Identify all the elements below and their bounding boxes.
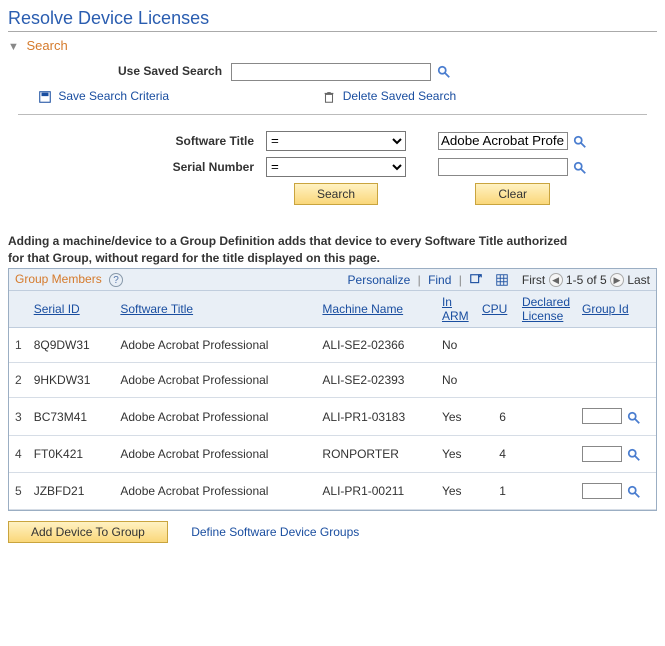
lookup-icon[interactable] xyxy=(437,65,451,79)
divider xyxy=(18,114,647,115)
cell-machine-name: RONPORTER xyxy=(316,435,436,472)
serial-number-op[interactable]: = xyxy=(266,157,406,177)
range-label: 1-5 of 5 xyxy=(566,273,607,287)
cell-serial-id: 8Q9DW31 xyxy=(28,328,115,363)
help-icon[interactable]: ? xyxy=(109,273,123,287)
cell-in-arm: Yes xyxy=(436,398,476,435)
search-header-label: Search xyxy=(27,38,68,53)
search-section-header[interactable]: ▼ Search xyxy=(8,36,657,57)
search-button[interactable]: Search xyxy=(294,183,378,205)
cell-cpu xyxy=(476,328,516,363)
col-in-arm[interactable]: In ARM xyxy=(436,291,476,328)
table-row: 3BC73M41Adobe Acrobat ProfessionalALI-PR… xyxy=(9,398,656,435)
search-section: ▼ Search Use Saved Search Save Search Cr… xyxy=(8,36,657,219)
define-groups-link[interactable]: Define Software Device Groups xyxy=(191,525,359,539)
cell-software-title: Adobe Acrobat Professional xyxy=(114,328,316,363)
personalize-link[interactable]: Personalize xyxy=(348,273,411,287)
group-id-input[interactable] xyxy=(582,446,622,462)
trash-icon xyxy=(322,90,336,104)
lookup-icon[interactable] xyxy=(627,448,641,462)
software-title-input[interactable] xyxy=(438,132,568,150)
cell-declared-license xyxy=(516,435,576,472)
col-cpu[interactable]: CPU xyxy=(476,291,516,328)
lookup-icon[interactable] xyxy=(627,411,641,425)
cell-declared-license xyxy=(516,363,576,398)
cell-declared-license xyxy=(516,328,576,363)
zoom-icon[interactable] xyxy=(469,273,483,287)
save-search-link[interactable]: Save Search Criteria xyxy=(58,89,169,103)
lookup-icon[interactable] xyxy=(573,161,587,175)
cell-serial-id: FT0K421 xyxy=(28,435,115,472)
cell-serial-id: 9HKDW31 xyxy=(28,363,115,398)
cell-group-id xyxy=(576,363,656,398)
lookup-icon[interactable] xyxy=(627,485,641,499)
col-serial-id[interactable]: Serial ID xyxy=(28,291,115,328)
next-icon[interactable]: ▶ xyxy=(610,273,624,287)
cell-cpu xyxy=(476,363,516,398)
cell-software-title: Adobe Acrobat Professional xyxy=(114,363,316,398)
find-link[interactable]: Find xyxy=(428,273,451,287)
cell-declared-license xyxy=(516,473,576,510)
cell-software-title: Adobe Acrobat Professional xyxy=(114,473,316,510)
col-rownum xyxy=(9,291,28,328)
row-number: 2 xyxy=(9,363,28,398)
row-number: 4 xyxy=(9,435,28,472)
row-number: 1 xyxy=(9,328,28,363)
cell-cpu: 1 xyxy=(476,473,516,510)
col-group-id[interactable]: Group Id xyxy=(576,291,656,328)
clear-button[interactable]: Clear xyxy=(475,183,550,205)
group-id-input[interactable] xyxy=(582,408,622,424)
lookup-icon[interactable] xyxy=(573,135,587,149)
info-text: Adding a machine/device to a Group Defin… xyxy=(8,233,657,267)
cell-software-title: Adobe Acrobat Professional xyxy=(114,398,316,435)
cell-in-arm: No xyxy=(436,328,476,363)
grid-title: Group Members xyxy=(15,272,102,286)
group-id-input[interactable] xyxy=(582,483,622,499)
page-title: Resolve Device Licenses xyxy=(8,8,657,32)
cell-serial-id: JZBFD21 xyxy=(28,473,115,510)
serial-number-label: Serial Number xyxy=(140,155,260,179)
download-icon[interactable] xyxy=(495,273,509,287)
row-number: 3 xyxy=(9,398,28,435)
last-label: Last xyxy=(627,273,650,287)
saved-search-input[interactable] xyxy=(231,63,431,81)
cell-cpu: 4 xyxy=(476,435,516,472)
cell-machine-name: ALI-SE2-02393 xyxy=(316,363,436,398)
cell-in-arm: Yes xyxy=(436,473,476,510)
table-row: 18Q9DW31Adobe Acrobat ProfessionalALI-SE… xyxy=(9,328,656,363)
cell-in-arm: Yes xyxy=(436,435,476,472)
cell-serial-id: BC73M41 xyxy=(28,398,115,435)
cell-cpu: 6 xyxy=(476,398,516,435)
add-device-button[interactable]: Add Device To Group xyxy=(8,521,168,543)
cell-in-arm: No xyxy=(436,363,476,398)
first-label: First xyxy=(522,273,545,287)
saved-search-label: Use Saved Search xyxy=(118,64,222,78)
delete-saved-link[interactable]: Delete Saved Search xyxy=(343,89,456,103)
col-declared-license[interactable]: Declared License xyxy=(516,291,576,328)
serial-number-input[interactable] xyxy=(438,158,568,176)
cell-machine-name: ALI-PR1-00211 xyxy=(316,473,436,510)
save-icon xyxy=(38,90,52,104)
group-members-grid: Group Members ? Personalize | Find | Fir… xyxy=(8,268,657,511)
software-title-label: Software Title xyxy=(140,129,260,153)
cell-software-title: Adobe Acrobat Professional xyxy=(114,435,316,472)
cell-machine-name: ALI-SE2-02366 xyxy=(316,328,436,363)
col-machine-name[interactable]: Machine Name xyxy=(316,291,436,328)
cell-group-id xyxy=(576,328,656,363)
table-row: 4FT0K421Adobe Acrobat ProfessionalRONPOR… xyxy=(9,435,656,472)
cell-group-id xyxy=(576,398,656,435)
col-software-title[interactable]: Software Title xyxy=(114,291,316,328)
software-title-op[interactable]: = xyxy=(266,131,406,151)
collapse-icon[interactable]: ▼ xyxy=(8,41,19,53)
row-number: 5 xyxy=(9,473,28,510)
table-row: 29HKDW31Adobe Acrobat ProfessionalALI-SE… xyxy=(9,363,656,398)
cell-machine-name: ALI-PR1-03183 xyxy=(316,398,436,435)
prev-icon[interactable]: ◀ xyxy=(549,273,563,287)
table-row: 5JZBFD21Adobe Acrobat ProfessionalALI-PR… xyxy=(9,473,656,510)
cell-group-id xyxy=(576,473,656,510)
cell-group-id xyxy=(576,435,656,472)
cell-declared-license xyxy=(516,398,576,435)
